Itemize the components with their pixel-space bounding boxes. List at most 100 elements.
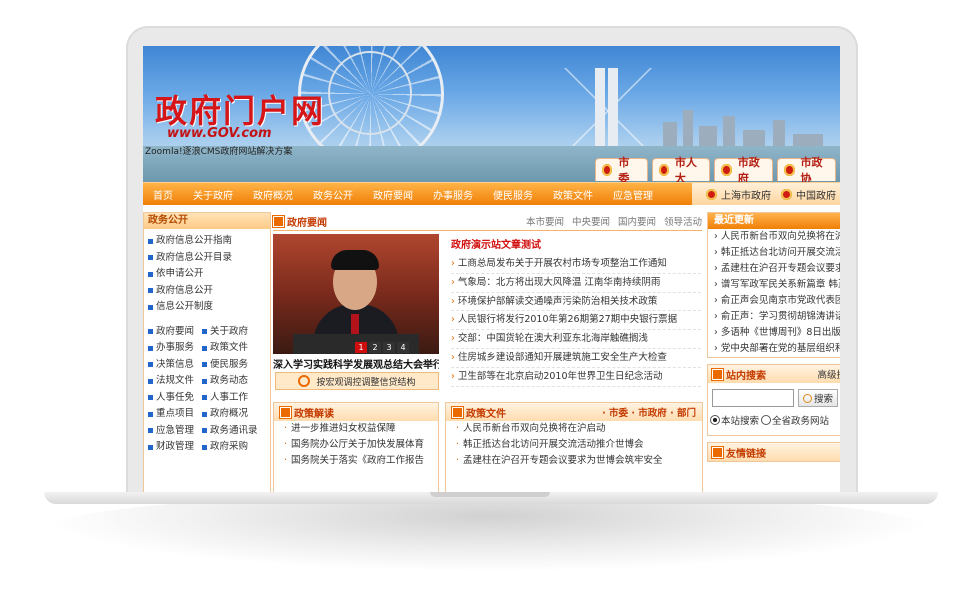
list-item[interactable]: 依申请公开 (148, 266, 270, 283)
bridge-tower (608, 68, 618, 154)
emblem-icon (721, 164, 732, 176)
nav-gov-links: 上海市政府 中国政府 (692, 183, 840, 205)
latest-item[interactable]: › 俞正声会见南京市党政代表团 (708, 293, 840, 309)
news-headline[interactable]: 政府演示站文章测试 (451, 236, 701, 251)
left-panel: 政务公开 政府信息公开指南 政府信息公开目录 依申请公开 政府信息公开 信息公开… (143, 212, 271, 492)
policy-interp-title: 政策解读 (294, 408, 334, 420)
emblem-icon (658, 164, 669, 176)
grid-item[interactable]: 政府概况 (202, 406, 262, 423)
nav-item-news[interactable]: 政府要闻 (363, 187, 423, 202)
search-button[interactable]: 搜索 (798, 389, 839, 407)
tab-local-news[interactable]: 本市要闻 (526, 214, 564, 228)
bullet-icon (148, 345, 153, 351)
news-photo[interactable]: 1 2 3 4 (273, 234, 439, 354)
latest-item[interactable]: › 孟建柱在沪召开专题会议要求为世博 (708, 261, 840, 277)
news-item[interactable]: › 工商总局发布关于开展农村市场专项整治工作通知 (451, 255, 701, 274)
nav-item-services[interactable]: 办事服务 (423, 187, 483, 202)
list-item[interactable]: · 人民币新台币双向兑换将在沪启动 (446, 421, 702, 437)
link-china-gov[interactable]: 中国政府 (781, 187, 836, 202)
section-icon (712, 446, 723, 458)
list-item[interactable]: · 国务院办公厅关于加快发展体育 (274, 437, 438, 453)
list-item[interactable]: · 国务院关于落实《政府工作报告 (274, 453, 438, 469)
latest-item[interactable]: › 谱写军政军民关系新篇章 韩正 (708, 277, 840, 293)
bullet-icon (202, 378, 207, 384)
grid-item[interactable]: 人事工作 (202, 390, 262, 407)
latest-item[interactable]: › 多语种《世博周刊》8日出版 王 (708, 325, 840, 341)
news-item[interactable]: › 交部：中国货轮在澳大利亚东北海岸触礁搁浅 (451, 330, 701, 349)
news-item[interactable]: › 环境保护部解读交通噪声污染防治相关技术政策 (451, 293, 701, 312)
friend-links-box: 友情链接 (707, 442, 840, 462)
radio-site-label: 本站搜索 (721, 416, 760, 427)
radio-all-search[interactable] (761, 415, 772, 425)
list-item[interactable]: · 孟建柱在沪召开专题会议要求为世博会筑牢安全 (446, 453, 702, 469)
tab-central-news[interactable]: 中央要闻 (572, 214, 610, 228)
list-item[interactable]: 政府信息公开目录 (148, 250, 270, 267)
grid-item[interactable]: 政务通讯录 (202, 423, 262, 440)
news-list: 政府演示站文章测试 › 工商总局发布关于开展农村市场专项整治工作通知 › 气象局：北… (451, 236, 701, 387)
pager-button[interactable]: 2 (369, 342, 381, 353)
grid-item[interactable]: 政务动态 (202, 373, 262, 390)
photo-related-button[interactable]: 按宏观调控调整信贷结构 (275, 372, 439, 390)
latest-item[interactable]: › 俞正声：学习贯彻胡锦涛讲话精神 (708, 309, 840, 325)
right-panel: 最近更新 › 人民币新台币双向兑换将在沪启动 › 韩正抵达台北访问开展交流活动推… (707, 212, 840, 492)
grid-item[interactable]: 法规文件 (148, 373, 202, 390)
search-input[interactable] (712, 389, 794, 407)
header-tab-shizhengxie[interactable]: 市政协 (777, 156, 837, 182)
advanced-search-link[interactable]: 高级搜 (817, 367, 840, 381)
policy-docs-links[interactable]: · 市委 · 市政府 · 部门 (602, 405, 696, 419)
nav-item-public[interactable]: 政务公开 (303, 187, 363, 202)
ferris-wheel-inner (328, 51, 412, 135)
grid-item[interactable]: 政策文件 (202, 340, 262, 357)
grid-item[interactable]: 重点项目 (148, 406, 202, 423)
grid-item[interactable]: 便民服务 (202, 357, 262, 374)
news-item[interactable]: › 气象局：北方将出现大风降温 江南华南持续阴雨 (451, 274, 701, 293)
link-shanghai-gov[interactable]: 上海市政府 (706, 187, 771, 202)
grid-item[interactable]: 政府采购 (202, 439, 262, 456)
search-icon (803, 393, 812, 403)
bullet-icon (202, 345, 207, 351)
list-item[interactable]: 信息公开制度 (148, 299, 270, 316)
news-item[interactable]: › 人民银行将发行2010年第26期第27期中央银行票据 (451, 311, 701, 331)
nav-item-policy[interactable]: 政策文件 (543, 187, 603, 202)
latest-item[interactable]: › 人民币新台币双向兑换将在沪启动 (708, 229, 840, 245)
pager-button[interactable]: 4 (397, 342, 409, 353)
grid-item[interactable]: 财政管理 (148, 439, 202, 456)
grid-item[interactable]: 应急管理 (148, 423, 202, 440)
list-item[interactable]: · 进一步推进妇女权益保障 (274, 421, 438, 437)
latest-item[interactable]: › 党中央部署在党的基层组织和党员中 (708, 341, 840, 357)
nav-item-overview[interactable]: 政府概况 (243, 187, 303, 202)
laptop-shadow (40, 492, 940, 572)
header-tab-shiwei[interactable]: 市 委 (595, 156, 648, 182)
grid-item[interactable]: 决策信息 (148, 357, 202, 374)
grid-item[interactable]: 人事任免 (148, 390, 202, 407)
photo-caption[interactable]: 深入学习实践科学发展观总结大会举行 (273, 356, 439, 371)
search-title: 站内搜索 (726, 370, 766, 382)
header-tabs: 市 委 市人大 市政府 市政协 (595, 156, 840, 182)
emblem-icon (706, 188, 717, 200)
grid-item[interactable]: 政府要闻 (148, 324, 202, 341)
bullet-icon (148, 411, 153, 417)
nav-item-civic[interactable]: 便民服务 (483, 187, 543, 202)
nav-item-home[interactable]: 首页 (143, 187, 183, 202)
list-item[interactable]: 政府信息公开指南 (148, 233, 270, 250)
grid-item[interactable]: 办事服务 (148, 340, 202, 357)
header-tab-shizhengfu[interactable]: 市政府 (714, 156, 774, 182)
pager-button[interactable]: 1 (355, 342, 367, 353)
bullet-icon (202, 329, 207, 335)
grid-item[interactable]: 关于政府 (202, 324, 262, 341)
bullet-icon (148, 378, 153, 384)
nav-item-about[interactable]: 关于政府 (183, 187, 243, 202)
news-item[interactable]: › 住房城乡建设部通知开展建筑施工安全生产大检查 (451, 349, 701, 368)
nav-item-emergency[interactable]: 应急管理 (603, 187, 663, 202)
tab-domestic-news[interactable]: 国内要闻 (618, 214, 656, 228)
latest-item[interactable]: › 韩正抵达台北访问开展交流活动推介 (708, 245, 840, 261)
section-icon (712, 368, 723, 380)
radio-site-search[interactable] (710, 415, 720, 425)
pager-button[interactable]: 3 (383, 342, 395, 353)
bullet-icon (148, 271, 153, 277)
news-item[interactable]: › 卫生部等在北京启动2010年世界卫生日纪念活动 (451, 368, 701, 387)
list-item[interactable]: · 韩正抵达台北访问开展交流活动推介世博会 (446, 437, 702, 453)
list-item[interactable]: 政府信息公开 (148, 283, 270, 300)
tab-leader-activities[interactable]: 领导活动 (664, 214, 702, 228)
header-tab-shirenda[interactable]: 市人大 (651, 156, 711, 182)
